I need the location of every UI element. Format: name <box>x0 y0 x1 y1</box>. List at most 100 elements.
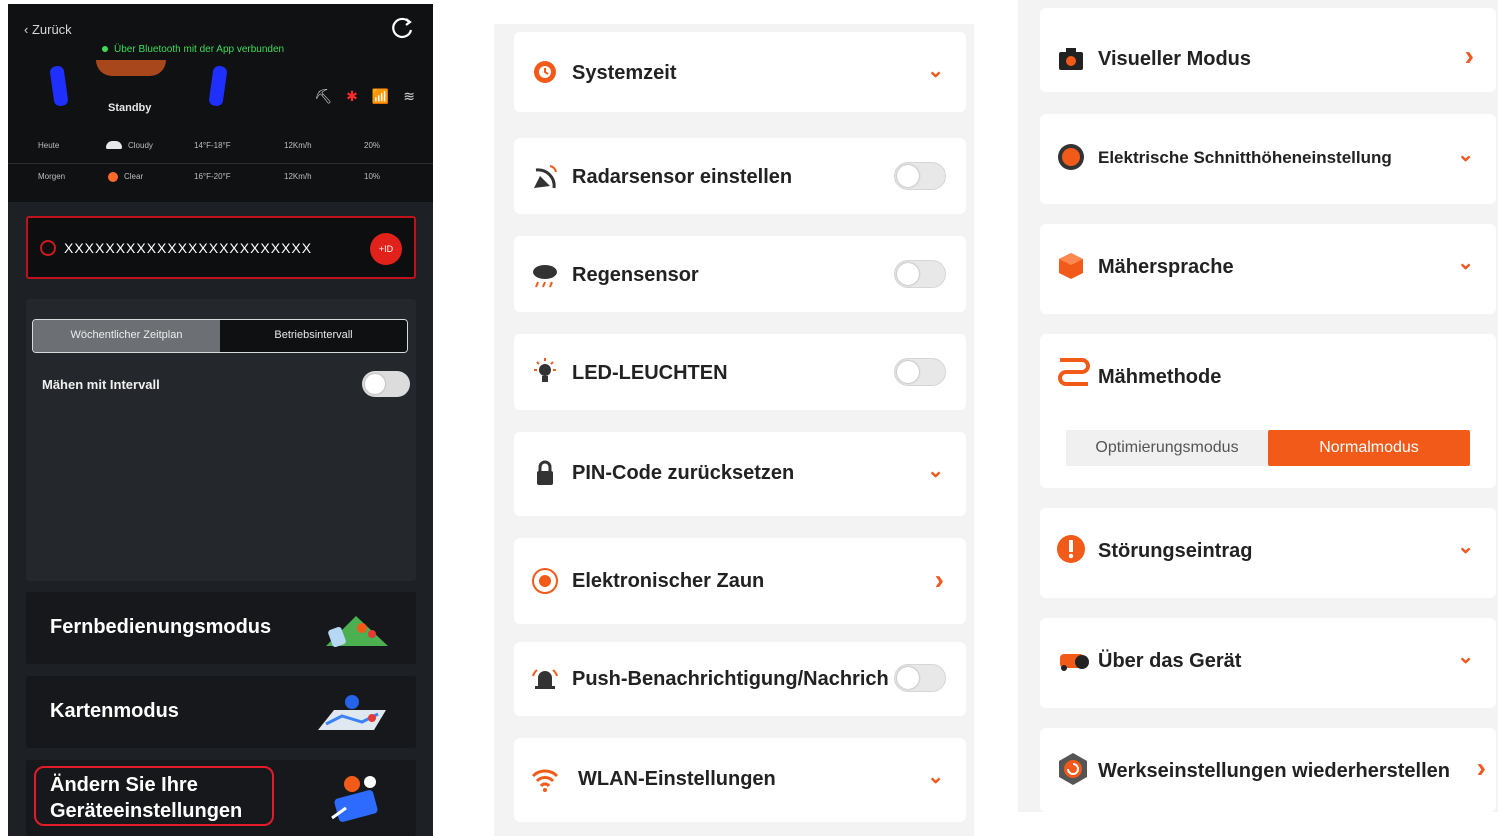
setting-label: Störungseintrag <box>1098 540 1253 562</box>
chevron-down-icon[interactable]: ⌄ <box>927 58 944 83</box>
map-mode-label: Kartenmodus <box>50 700 179 722</box>
setting-mower-language[interactable]: Mähersprache ⌄ <box>1040 224 1496 314</box>
map-illustration-icon <box>318 695 386 730</box>
led-lights-toggle[interactable] <box>894 358 946 386</box>
rain-sensor-toggle[interactable] <box>894 260 946 288</box>
chevron-right-icon[interactable]: › <box>1477 752 1486 784</box>
mower-icon: ⛏ <box>314 88 333 104</box>
wifi-icon: ≋ <box>403 88 415 104</box>
connected-dot-icon <box>102 46 108 52</box>
setting-system-time[interactable]: Systemzeit ⌄ <box>514 32 966 112</box>
setting-label: Werkseinstellungen wiederherstellen <box>1098 760 1450 782</box>
chevron-down-icon[interactable]: ⌄ <box>927 458 944 483</box>
language-cube-icon <box>1059 253 1083 279</box>
chevron-down-icon[interactable]: ⌄ <box>1457 534 1474 559</box>
settings-illustration-icon <box>331 776 378 822</box>
lock-icon <box>537 460 553 485</box>
chevron-down-icon[interactable]: ⌄ <box>1457 250 1474 275</box>
setting-push-notification: Push-Benachrichtigung/Nachrich <box>514 642 966 716</box>
power-icon <box>40 240 56 256</box>
device-status: Standby <box>108 102 152 114</box>
remote-control-illustration-icon <box>326 616 388 648</box>
back-button[interactable]: ‹ Zurück <box>24 22 72 37</box>
setting-label: Über das Gerät <box>1098 650 1242 672</box>
device-settings-card[interactable]: Ändern Sie Ihre Geräteeinstellungen <box>26 760 416 836</box>
schedule-card: Wöchentlicher Zeitplan Betriebsintervall… <box>26 299 416 581</box>
option-normal-mode[interactable]: Normalmodus <box>1268 430 1470 466</box>
setting-visual-mode[interactable]: Visueller Modus › <box>1040 8 1496 92</box>
chevron-right-icon[interactable]: › <box>935 564 944 596</box>
setting-about-device[interactable]: Über das Gerät ⌄ <box>1040 618 1496 708</box>
refresh-icon[interactable] <box>389 16 415 42</box>
interval-toggle[interactable] <box>362 371 410 397</box>
tab-operating-interval[interactable]: Betriebsintervall <box>220 320 407 352</box>
chevron-down-icon[interactable]: ⌄ <box>1457 644 1474 669</box>
device-settings-label: Ändern Sie Ihre Geräteeinstellungen <box>50 772 242 824</box>
clock-icon <box>534 61 556 83</box>
mower-wheel-right <box>208 65 228 107</box>
setting-wlan[interactable]: WLAN-Einstellungen ⌄ <box>514 738 966 822</box>
weather-condition: Cloudy <box>106 141 153 150</box>
setting-radar-sensor: Radarsensor einstellen <box>514 138 966 214</box>
setting-electronic-fence[interactable]: Elektronischer Zaun › <box>514 538 966 624</box>
setting-mowing-method: Mähmethode Optimierungsmodus Normalmodus <box>1040 334 1496 488</box>
weather-day: Heute <box>38 140 60 150</box>
setting-pin-reset[interactable]: PIN-Code zurücksetzen ⌄ <box>514 432 966 516</box>
mowing-method-selector: Optimierungsmodus Normalmodus <box>1066 430 1470 466</box>
setting-label: Regensensor <box>572 264 699 286</box>
settings-column-right: Visueller Modus › Elektrische Schnitthöh… <box>1018 0 1498 812</box>
weather-row-today: Heute Cloudy 14°F-18°F 12Km/h 20% <box>8 132 433 158</box>
weather-day: Morgen <box>38 172 66 181</box>
chevron-right-icon[interactable]: › <box>1465 40 1474 72</box>
setting-label: Elektrische Schnitthöheneinstellung <box>1098 148 1392 167</box>
mower-device-icon <box>1060 654 1089 671</box>
radar-sensor-toggle[interactable] <box>894 162 946 190</box>
sun-icon <box>108 171 118 182</box>
remote-mode-card[interactable]: Fernbedienungsmodus <box>26 592 416 664</box>
schedule-tabs: Wöchentlicher Zeitplan Betriebsintervall <box>32 319 408 353</box>
chevron-down-icon[interactable]: ⌄ <box>1457 142 1474 167</box>
map-mode-card[interactable]: Kartenmodus <box>26 676 416 748</box>
setting-cutting-height[interactable]: Elektrische Schnitthöheneinstellung ⌄ <box>1040 114 1496 204</box>
serial-number: XXXXXXXXXXXXXXXXXXXXXXXX <box>64 240 313 256</box>
route-icon <box>1058 358 1090 386</box>
bluetooth-icon: ✱ <box>346 88 358 104</box>
setting-label: Mähersprache <box>1098 256 1234 278</box>
bluetooth-status-text: Über Bluetooth mit der App verbunden <box>114 44 285 55</box>
phone-screen: ‹ Zurück Über Bluetooth mit der App verb… <box>8 4 433 836</box>
setting-fault-log[interactable]: Störungseintrag ⌄ <box>1040 508 1496 598</box>
id-button[interactable]: +ID <box>370 233 402 265</box>
signal-icon: 📶 <box>371 88 390 104</box>
weather-wind: 12Km/h <box>284 140 312 150</box>
alert-icon <box>1057 535 1085 563</box>
weather-wind: 12Km/h <box>284 172 312 181</box>
remote-mode-label: Fernbedienungsmodus <box>50 616 272 638</box>
factory-reset-icon <box>1059 753 1087 785</box>
setting-label: Mähmethode <box>1098 366 1222 388</box>
mower-image <box>96 60 166 76</box>
settings-column-left: Systemzeit ⌄ Radarsensor einstellen Rege… <box>494 24 974 836</box>
weather-rain: 20% <box>364 140 381 150</box>
radar-dish-icon <box>534 165 557 189</box>
setting-label: Visueller Modus <box>1098 48 1252 70</box>
setting-label: Elektronischer Zaun <box>572 570 765 592</box>
setting-label: Radarsensor einstellen <box>572 166 793 188</box>
setting-factory-reset[interactable]: Werkseinstellungen wiederherstellen › <box>1040 728 1496 812</box>
push-notification-toggle[interactable] <box>894 664 946 692</box>
option-optimization-mode[interactable]: Optimierungsmodus <box>1066 430 1268 466</box>
cutting-height-icon <box>1058 144 1084 170</box>
setting-label: WLAN-Einstellungen <box>578 768 776 790</box>
bell-icon <box>532 669 558 689</box>
tab-weekly-schedule[interactable]: Wöchentlicher Zeitplan <box>33 320 220 352</box>
cloud-icon <box>106 141 122 150</box>
setting-label: Push-Benachrichtigung/Nachrich <box>572 668 889 690</box>
device-header: ‹ Zurück Über Bluetooth mit der App verb… <box>8 4 433 202</box>
rain-cloud-icon <box>533 265 557 288</box>
setting-led-lights: LED-LEUCHTEN <box>514 334 966 410</box>
target-icon <box>532 568 558 594</box>
setting-rain-sensor: Regensensor <box>514 236 966 312</box>
chevron-down-icon[interactable]: ⌄ <box>927 764 944 789</box>
setting-label: Systemzeit <box>572 62 677 84</box>
camera-icon <box>1059 48 1083 70</box>
status-icons: ⛏ ✱ 📶 ≋ <box>314 88 415 105</box>
